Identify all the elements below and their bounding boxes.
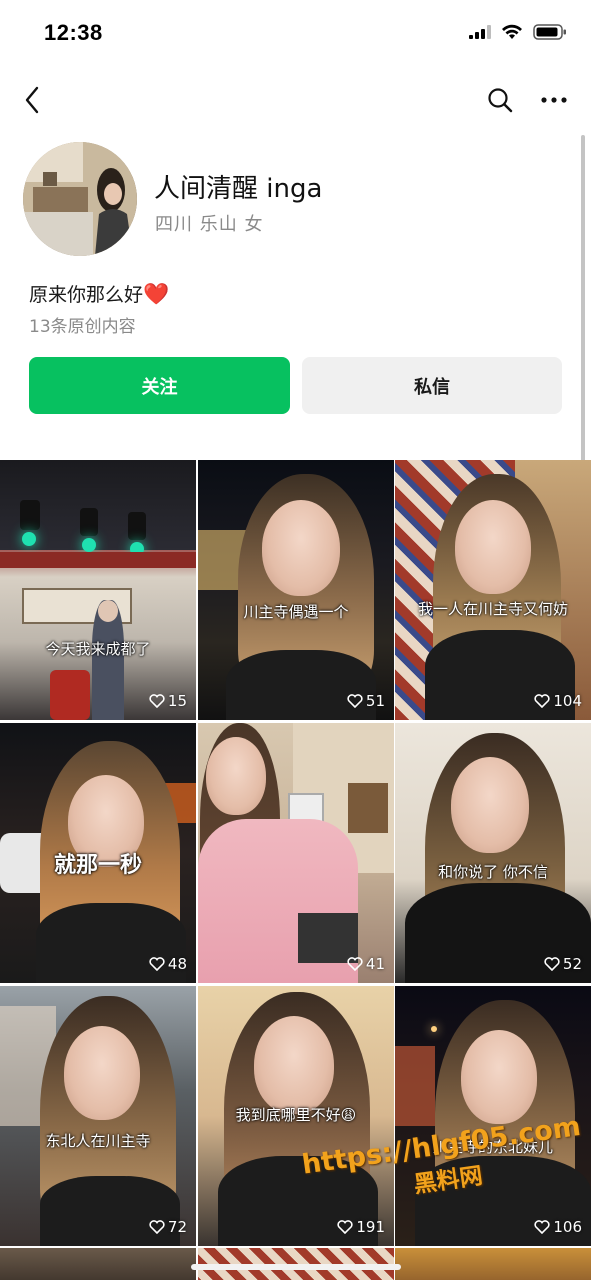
nav-bar: [0, 70, 591, 130]
profile-header: 人间清醒 inga 四川 乐山 女: [23, 142, 568, 262]
post-likes: 41: [347, 955, 385, 973]
status-icons: [469, 24, 567, 40]
heart-emoji: ❤️: [143, 282, 170, 306]
post-caption: 我到底哪里不好😩: [235, 1106, 357, 1124]
status-bar: 12:38: [0, 0, 591, 66]
post-count: 13条原创内容: [29, 317, 136, 337]
profile-location: 四川 乐山 女: [155, 214, 264, 235]
post-caption: 今天我来成都了: [45, 640, 151, 658]
heart-icon: [337, 1220, 353, 1234]
avatar[interactable]: [23, 142, 137, 256]
post-caption: 东北人在川主寺: [45, 1132, 151, 1150]
heart-icon: [149, 957, 165, 971]
post-caption: 就那一秒: [53, 853, 142, 878]
post-likes-count: 41: [365, 955, 385, 973]
heart-icon: [347, 694, 363, 708]
post-tile[interactable]: 东北人在川主寺 72: [0, 986, 196, 1246]
scrollbar[interactable]: [581, 135, 585, 465]
status-time: 12:38: [44, 20, 103, 45]
back-icon: [25, 86, 39, 114]
post-likes: 52: [544, 955, 582, 973]
follow-button[interactable]: 关注: [29, 357, 290, 414]
heart-icon: [347, 957, 363, 971]
post-tile[interactable]: 我到底哪里不好😩 191: [198, 986, 394, 1246]
profile-bio: 原来你那么好❤️: [29, 280, 169, 307]
heart-icon: [149, 1220, 165, 1234]
post-tile[interactable]: 41: [198, 723, 394, 983]
post-tile[interactable]: 川主寺偶遇一个 51: [198, 460, 394, 720]
home-indicator[interactable]: [191, 1264, 401, 1270]
post-tile[interactable]: 我一人在川主寺又何妨 104: [395, 460, 591, 720]
battery-icon: [533, 24, 566, 40]
post-tile[interactable]: 就那一秒 48: [0, 723, 196, 983]
post-caption: 川主寺偶遇一个: [243, 603, 349, 621]
post-likes: 51: [347, 692, 385, 710]
heart-icon: [534, 1220, 550, 1234]
post-tile[interactable]: 和你说了 你不信 52: [395, 723, 591, 983]
post-likes-count: 106: [553, 1218, 582, 1236]
more-button[interactable]: [538, 82, 570, 118]
wifi-icon: [502, 24, 522, 39]
back-button[interactable]: [16, 82, 48, 118]
search-icon: [488, 88, 513, 113]
profile-name: 人间清醒 inga: [154, 174, 323, 204]
post-likes-count: 72: [167, 1218, 187, 1236]
post-likes: 104: [534, 692, 582, 710]
post-likes: 72: [149, 1218, 187, 1236]
heart-icon: [534, 694, 550, 708]
post-likes: 15: [149, 692, 187, 710]
avatar-image: [23, 142, 137, 256]
bio-text: 原来你那么好: [29, 284, 144, 306]
signal-icon: [469, 25, 491, 39]
message-button[interactable]: 私信: [302, 357, 562, 414]
post-likes-count: 51: [365, 692, 385, 710]
post-likes-count: 191: [356, 1218, 385, 1236]
post-likes: 191: [337, 1218, 385, 1236]
post-caption: 我一人在川主寺又何妨: [417, 600, 568, 618]
post-likes-count: 48: [167, 955, 187, 973]
post-likes-count: 52: [562, 955, 582, 973]
post-caption: 和你说了 你不信: [438, 863, 548, 881]
post-likes: 48: [149, 955, 187, 973]
post-likes-count: 104: [553, 692, 582, 710]
more-icon: [541, 97, 567, 103]
heart-icon: [149, 694, 165, 708]
search-button[interactable]: [484, 82, 516, 118]
post-likes: 106: [534, 1218, 582, 1236]
post-likes-count: 15: [167, 692, 187, 710]
heart-icon: [544, 957, 560, 971]
post-tile[interactable]: 今天我来成都了 15: [0, 460, 196, 720]
